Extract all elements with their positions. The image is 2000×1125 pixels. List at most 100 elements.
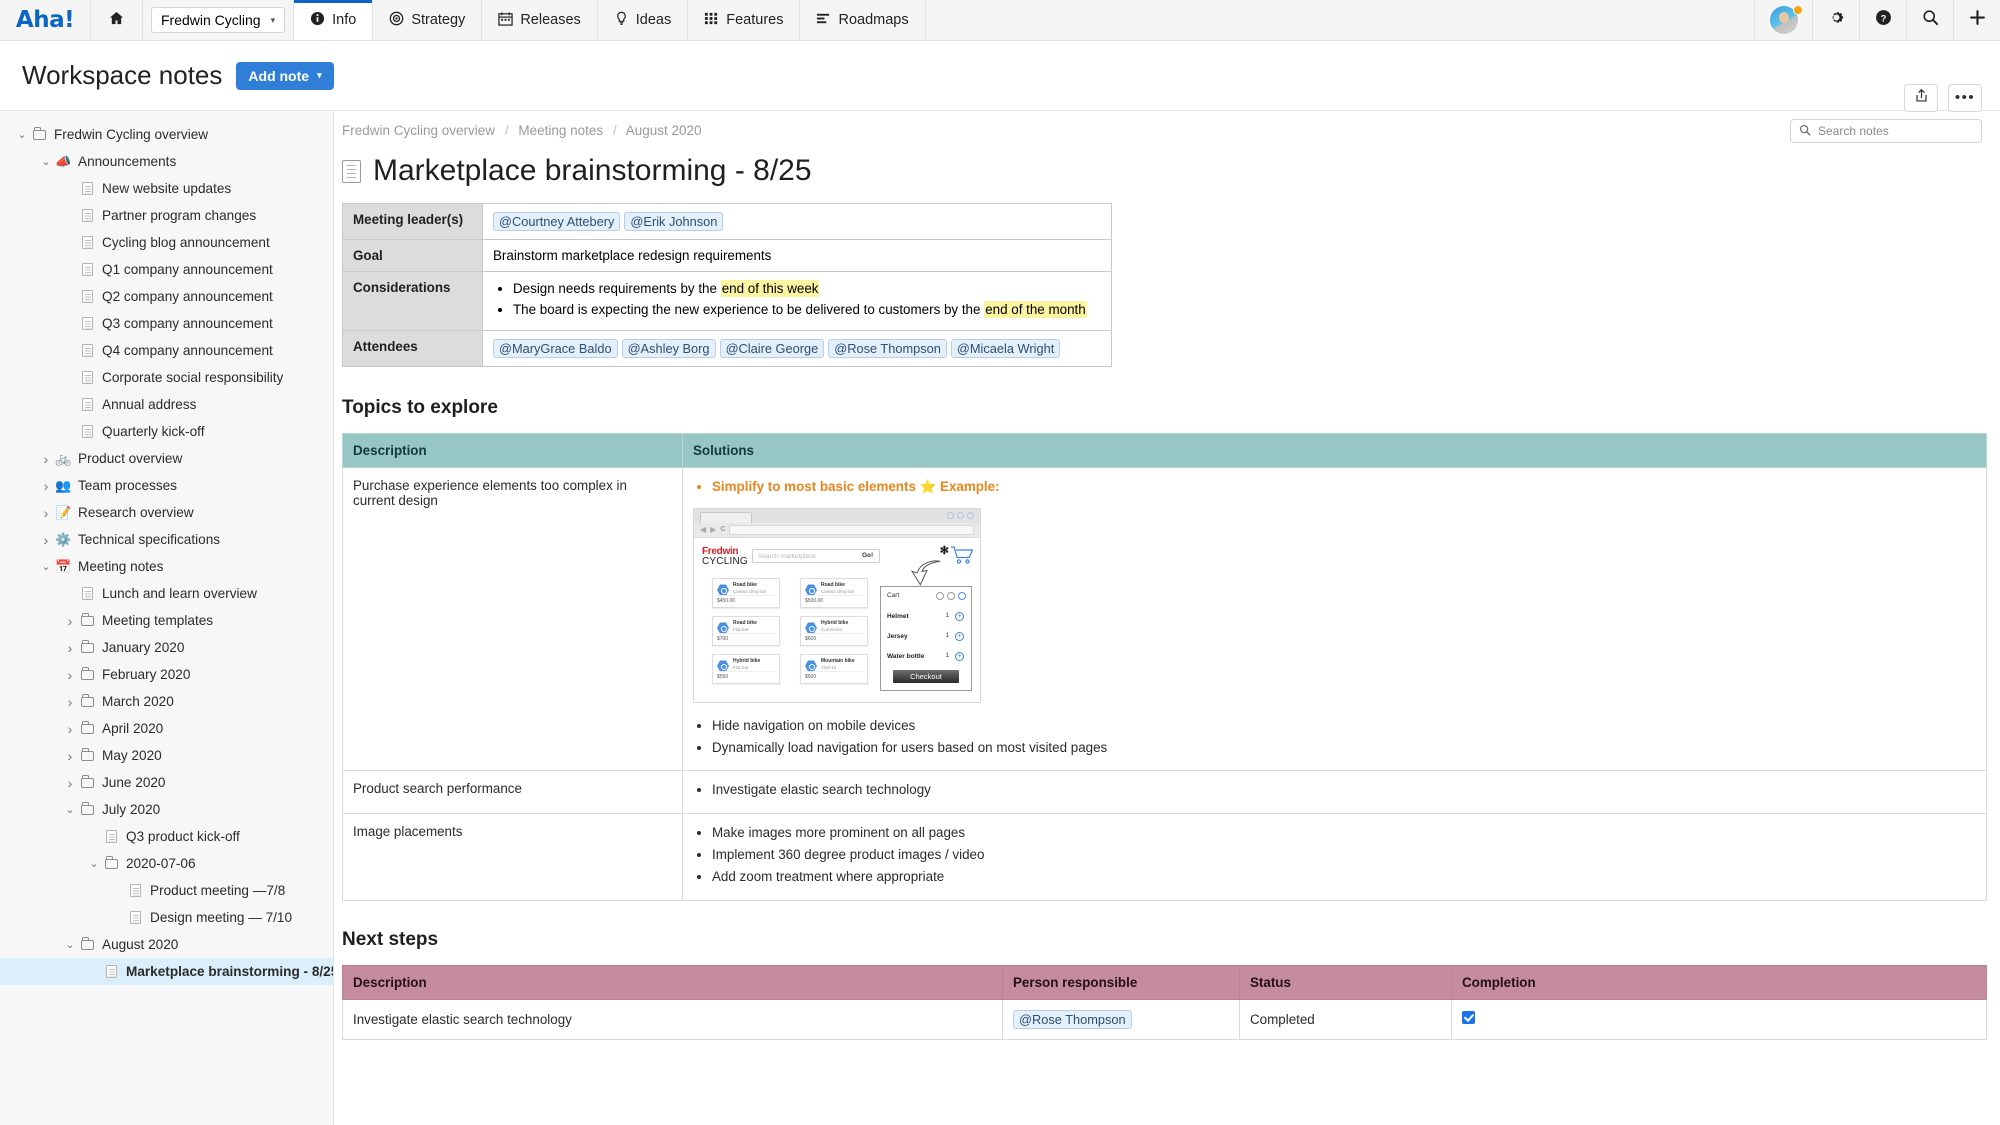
tree-item-q3-product-kick-off[interactable]: Q3 product kick-off xyxy=(0,823,333,850)
mock-brand-line2: CYCLING xyxy=(702,555,748,567)
tab-roadmaps-label: Roadmaps xyxy=(838,12,909,28)
help-button[interactable]: ? xyxy=(1859,0,1906,40)
tree-item-annual-address[interactable]: Annual address xyxy=(0,391,333,418)
tree-item-january-2020[interactable]: › January 2020 xyxy=(0,634,333,661)
tree-item-label: Meeting notes xyxy=(78,559,164,574)
tree-item-cycling-blog-announcement[interactable]: Cycling blog announcement xyxy=(0,229,333,256)
mock-url-field xyxy=(729,524,974,535)
tree-item-team-processes[interactable]: › 👥 Team processes xyxy=(0,472,333,499)
tree-item-q3-company-announcement[interactable]: Q3 company announcement xyxy=(0,310,333,337)
mention-chip[interactable]: @Micaela Wright xyxy=(950,339,1061,359)
grid-icon xyxy=(704,11,719,30)
tree-item-april-2020[interactable]: › April 2020 xyxy=(0,715,333,742)
tree-item-research-overview[interactable]: › 📝 Research overview xyxy=(0,499,333,526)
chevron-right-icon[interactable]: › xyxy=(62,694,78,710)
tree-item-label: 2020-07-06 xyxy=(126,856,196,871)
mention-chip[interactable]: @Erik Johnson xyxy=(624,212,724,231)
chevron-right-icon[interactable]: › xyxy=(38,532,54,548)
breadcrumb-item-0[interactable]: Fredwin Cycling overview xyxy=(342,123,495,138)
workspace-selector[interactable]: Fredwin Cycling ▾ xyxy=(151,7,286,33)
mention-chip[interactable]: @Ashley Borg xyxy=(621,339,716,359)
tree-item-q4-company-announcement[interactable]: Q4 company announcement xyxy=(0,337,333,364)
tree-item-june-2020[interactable]: › June 2020 xyxy=(0,769,333,796)
chevron-right-icon[interactable]: › xyxy=(62,613,78,629)
add-button[interactable] xyxy=(1953,0,2000,40)
share-button[interactable] xyxy=(1904,84,1938,112)
tree-item-meeting-templates[interactable]: › Meeting templates xyxy=(0,607,333,634)
chevron-right-icon[interactable]: › xyxy=(62,721,78,737)
tree-item-announcements[interactable]: ⌄ 📣 Announcements xyxy=(0,148,333,175)
chevron-right-icon[interactable]: › xyxy=(62,640,78,656)
add-note-button[interactable]: Add note ▾ xyxy=(236,61,334,90)
chevron-right-icon[interactable]: › xyxy=(38,478,54,494)
tab-info[interactable]: Info xyxy=(293,0,373,40)
settings-button[interactable] xyxy=(1812,0,1859,40)
mention-chip[interactable]: @Courtney Attebery xyxy=(493,212,621,231)
tree-item-product-overview[interactable]: › 🚲 Product overview xyxy=(0,445,333,472)
chevron-down-icon[interactable]: ⌄ xyxy=(62,938,78,951)
chevron-right-icon[interactable]: › xyxy=(38,451,54,467)
chevron-right-icon[interactable]: › xyxy=(62,748,78,764)
chevron-right-icon[interactable]: › xyxy=(62,667,78,683)
tree-item-august-2020[interactable]: ⌄ August 2020 xyxy=(0,931,333,958)
tree-item-design-meeting-7-10[interactable]: Design meeting — 7/10 xyxy=(0,904,333,931)
tree-item-new-website-updates[interactable]: New website updates xyxy=(0,175,333,202)
forward-icon: ▶ xyxy=(710,525,717,535)
tab-ideas[interactable]: Ideas xyxy=(596,0,687,40)
calendar-icon xyxy=(498,11,513,30)
breadcrumb-item-1[interactable]: Meeting notes xyxy=(518,123,603,138)
tree-item-february-2020[interactable]: › February 2020 xyxy=(0,661,333,688)
search-button[interactable] xyxy=(1906,0,1953,40)
tree-item-may-2020[interactable]: › May 2020 xyxy=(0,742,333,769)
tree-item-meeting-notes[interactable]: ⌄ 📅 Meeting notes xyxy=(0,553,333,580)
tree-item-july-2020[interactable]: ⌄ July 2020 xyxy=(0,796,333,823)
tab-features[interactable]: Features xyxy=(687,0,799,40)
tree-item-lunch-and-learn-overview[interactable]: Lunch and learn overview xyxy=(0,580,333,607)
chevron-down-icon[interactable]: ⌄ xyxy=(38,155,54,168)
user-avatar-button[interactable] xyxy=(1754,0,1812,40)
notes-tree-sidebar[interactable]: ⌄ Fredwin Cycling overview ⌄ 📣 Announcements… xyxy=(0,110,334,1125)
tree-item-partner-program-changes[interactable]: Partner program changes xyxy=(0,202,333,229)
next-steps-table: Description Person responsible Status Co… xyxy=(342,964,1987,1040)
chevron-down-icon[interactable]: ⌄ xyxy=(62,803,78,816)
emoji-icon: 📣 xyxy=(55,153,72,169)
chevron-down-icon[interactable]: ⌄ xyxy=(86,857,102,870)
meeting-meta-table: Meeting leader(s) @Courtney Attebery @Eri… xyxy=(342,203,1112,368)
mention-chip[interactable]: @Rose Thompson xyxy=(1013,1009,1132,1029)
tree-item-product-meeting-7-8[interactable]: Product meeting —7/8 xyxy=(0,877,333,904)
tree-item-technical-specifications[interactable]: › ⚙️ Technical specifications xyxy=(0,526,333,553)
search-notes-field[interactable]: Search notes xyxy=(1790,119,1982,143)
chevron-down-icon[interactable]: ⌄ xyxy=(14,128,30,141)
svg-text:?: ? xyxy=(1880,13,1886,24)
tree-item-fredwin-cycling-overview[interactable]: ⌄ Fredwin Cycling overview xyxy=(0,121,333,148)
mention-chip[interactable]: @Rose Thompson xyxy=(828,339,947,359)
tab-strategy[interactable]: Strategy xyxy=(372,0,481,40)
folder-icon xyxy=(78,666,97,680)
home-button[interactable] xyxy=(90,0,142,40)
tree-item-marketplace-brainstorming-8-25[interactable]: Marketplace brainstorming - 8/25 xyxy=(0,958,333,985)
more-options-button[interactable]: ••• xyxy=(1948,84,1982,112)
tree-item-quarterly-kick-off[interactable]: Quarterly kick-off xyxy=(0,418,333,445)
tree-item-q2-company-announcement[interactable]: Q2 company announcement xyxy=(0,283,333,310)
tab-features-label: Features xyxy=(726,12,784,28)
breadcrumb-item-2[interactable]: August 2020 xyxy=(626,123,702,138)
mention-chip[interactable]: @Claire George xyxy=(719,339,825,359)
tab-roadmaps[interactable]: Roadmaps xyxy=(799,0,924,40)
tree-item-2020-07-06[interactable]: ⌄ 2020-07-06 xyxy=(0,850,333,877)
chevron-right-icon[interactable]: › xyxy=(62,775,78,791)
emoji-icon: 📝 xyxy=(55,504,72,520)
tree-item-march-2020[interactable]: › March 2020 xyxy=(0,688,333,715)
mention-chip[interactable]: @MaryGrace Baldo xyxy=(493,339,618,359)
mock-window-dots xyxy=(947,511,974,519)
chevron-down-icon: ▾ xyxy=(317,70,322,80)
chevron-down-icon[interactable]: ⌄ xyxy=(38,560,54,573)
aha-logo[interactable]: Aha! xyxy=(0,0,90,40)
mock-product-name: Hybrid bike xyxy=(733,657,761,664)
tree-item-q1-company-announcement[interactable]: Q1 company announcement xyxy=(0,256,333,283)
completion-checkbox[interactable] xyxy=(1462,1011,1475,1025)
tab-releases[interactable]: Releases xyxy=(481,0,596,40)
tree-item-corporate-social-responsibility[interactable]: Corporate social responsibility xyxy=(0,364,333,391)
mock-product-variant: Classic drop bar xyxy=(733,588,767,594)
mock-product-card: Road bike Classic drop bar $500.00 xyxy=(800,577,868,608)
chevron-right-icon[interactable]: › xyxy=(38,505,54,521)
